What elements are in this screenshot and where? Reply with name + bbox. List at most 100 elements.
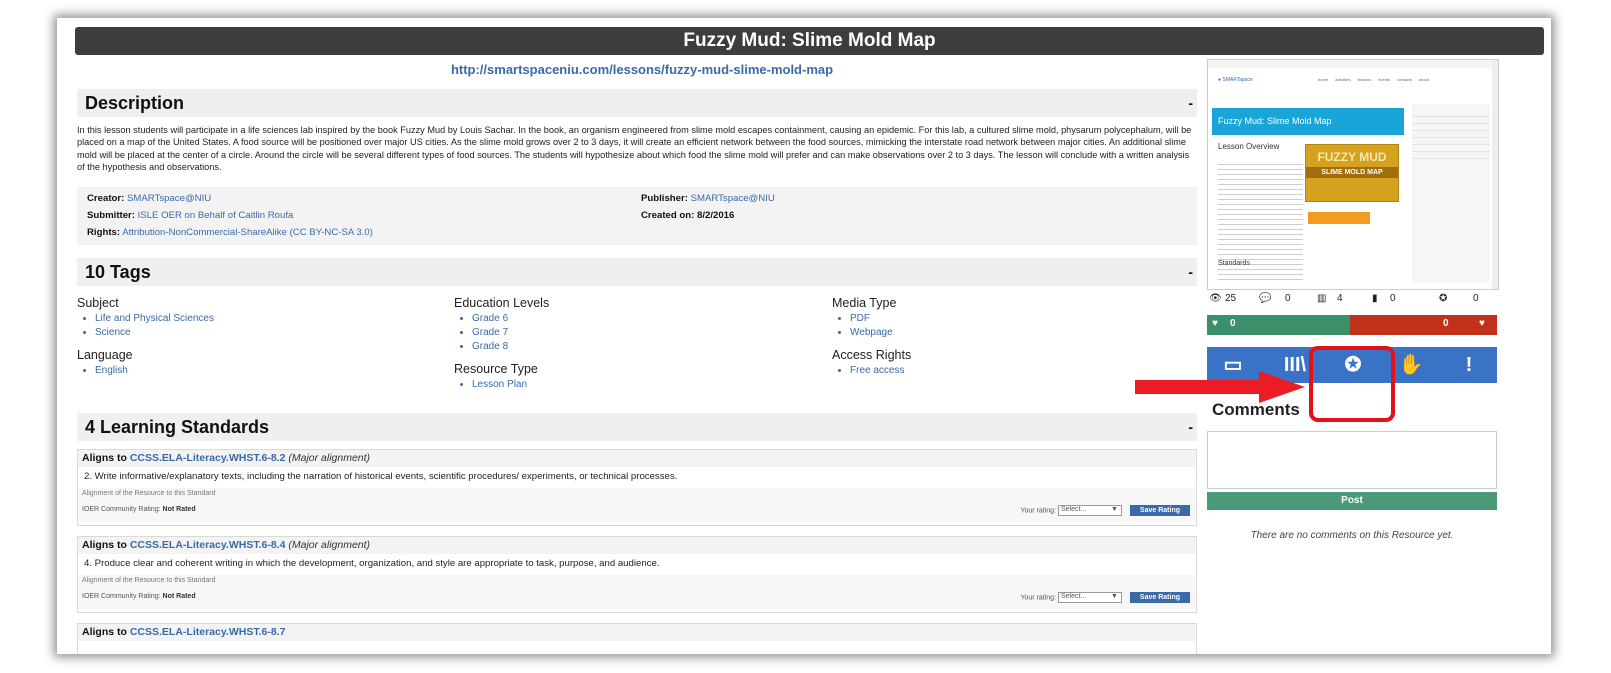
community-rating-value: Not Rated [162, 506, 196, 513]
submitter-link[interactable]: ISLE OER on Behalf of Caitlin Roufa [138, 210, 294, 221]
created-date: 8/2/2016 [696, 210, 735, 221]
standards-title: 4 Learning Standards [85, 417, 270, 437]
comment-input[interactable] [1207, 431, 1497, 489]
your-rating: Your rating: Select... ▼ Save Rating [1020, 592, 1190, 603]
preview-top-strip [1208, 60, 1498, 68]
standard-heading: Aligns to CCSS.ELA-Literacy.WHST.6-8.2 (… [78, 450, 1196, 467]
media-type-tag[interactable]: Webpage [850, 326, 911, 340]
preview-banner: Fuzzy Mud: Slime Mold Map [1212, 108, 1404, 135]
resource-preview-thumbnail[interactable]: ● SMARTspace home activities lessons eve… [1207, 59, 1499, 290]
standard-card: Aligns to CCSS.ELA-Literacy.WHST.6-8.7 [77, 623, 1197, 654]
media-type-tag[interactable]: PDF [850, 312, 911, 326]
alignment-degree: (Major alignment) [288, 452, 371, 464]
language-heading: Language [77, 348, 133, 362]
rating-select-value: Select... [1060, 506, 1087, 513]
tags-title: 10 Tags [85, 262, 151, 282]
awards-count: 0 [1473, 293, 1479, 304]
language-list: English [77, 364, 214, 378]
preview-sidebar-item [1412, 138, 1490, 145]
alignment-label: Alignment of the Resource to this Standa… [78, 575, 1196, 591]
collapse-standards-button[interactable]: - [1188, 413, 1193, 441]
save-rating-button[interactable]: Save Rating [1129, 505, 1190, 516]
like-dislike-bar: ♥ 0 0 ♥ [1207, 315, 1497, 335]
preview-sidebar [1412, 104, 1490, 282]
views-count: 25 [1225, 293, 1237, 304]
publisher-link[interactable]: SMARTspace@NIU [691, 193, 775, 204]
dislikes-count: 0 [1443, 318, 1449, 329]
aligns-label: Aligns to [82, 626, 127, 638]
highlight-box [1309, 346, 1395, 422]
save-rating-button[interactable]: Save Rating [1129, 592, 1190, 603]
your-rating-label: Your rating: [1020, 594, 1057, 602]
arrow-shaft [1135, 380, 1261, 394]
community-rating-label: IOER Community Rating: [82, 593, 161, 600]
access-rights-heading: Access Rights [832, 348, 912, 362]
media-type-heading: Media Type [832, 296, 897, 310]
downloads-count: 0 [1390, 293, 1396, 304]
dislike-bar[interactable] [1350, 315, 1497, 335]
standard-card: Aligns to CCSS.ELA-Literacy.WHST.6-8.2 (… [77, 449, 1197, 526]
subject-heading: Subject [77, 296, 119, 310]
preview-sidebar-item [1412, 145, 1490, 152]
post-comment-button[interactable]: Post [1207, 492, 1497, 510]
no-comments-message: There are no comments on this Resource y… [1250, 530, 1454, 541]
collapse-tags-button[interactable]: - [1188, 258, 1193, 286]
red-arrow-icon [1135, 371, 1305, 403]
comments-heading: Comments [1212, 400, 1300, 419]
rate-standards-icon[interactable]: ✋ [1389, 347, 1433, 383]
tags-column-1: Subject Life and Physical Sciences Scien… [77, 296, 214, 386]
submitter-label: Submitter: [87, 210, 135, 221]
preview-poster: FUZZY MUD SLIME MOLD MAP [1305, 144, 1399, 202]
subject-tag[interactable]: Life and Physical Sciences [95, 312, 214, 326]
dislike-icon[interactable]: ♥ [1479, 318, 1485, 329]
arrow-head [1259, 371, 1305, 403]
community-rating: IOER Community Rating: Not Rated Your ra… [78, 591, 1196, 609]
description-header[interactable]: Description - [77, 89, 1197, 117]
report-issue-icon[interactable]: ! [1447, 347, 1491, 383]
preview-scrollbar [1492, 60, 1498, 289]
rating-select[interactable]: Select... ▼ [1057, 592, 1122, 603]
like-icon[interactable]: ♥ [1212, 318, 1218, 329]
downloads-icon: ▮ [1372, 293, 1378, 304]
page-title: Fuzzy Mud: Slime Mold Map [75, 27, 1544, 55]
media-type-list: PDF Webpage [832, 312, 911, 340]
creator-link[interactable]: SMARTspace@NIU [127, 193, 211, 204]
your-rating: Your rating: Select... ▼ Save Rating [1020, 505, 1190, 516]
preview-sidebar-item [1412, 117, 1490, 124]
aligns-label: Aligns to [82, 452, 127, 464]
aligns-label: Aligns to [82, 539, 127, 551]
resource-type-tag[interactable]: Lesson Plan [472, 378, 549, 392]
tags-column-2: Education Levels Grade 6 Grade 7 Grade 8… [454, 296, 549, 400]
standard-text: 4. Produce clear and coherent writing in… [84, 558, 660, 569]
standard-code-link[interactable]: CCSS.ELA-Literacy.WHST.6-8.7 [130, 626, 286, 638]
like-bar[interactable] [1207, 315, 1350, 335]
poster-subtitle: SLIME MOLD MAP [1306, 167, 1398, 178]
access-rights-list: Free access [832, 364, 911, 378]
dropdown-arrow-icon: ▼ [1111, 506, 1118, 513]
preview-nav: home activities lessons events contacts … [1318, 77, 1430, 82]
resource-url-link[interactable]: http://smartspaceniu.com/lessons/fuzzy-m… [77, 62, 1207, 77]
views-icon: 👁 [1209, 293, 1222, 304]
education-level-tag[interactable]: Grade 7 [472, 326, 549, 340]
education-levels-list: Grade 6 Grade 7 Grade 8 [454, 312, 549, 354]
access-rights-tag[interactable]: Free access [850, 364, 911, 378]
rating-select[interactable]: Select... ▼ [1057, 505, 1122, 516]
standards-header[interactable]: 4 Learning Standards - [77, 413, 1197, 441]
education-level-tag[interactable]: Grade 8 [472, 340, 549, 354]
tags-header[interactable]: 10 Tags - [77, 258, 1197, 286]
subject-tag[interactable]: Science [95, 326, 214, 340]
collapse-description-button[interactable]: - [1188, 89, 1193, 117]
description-title: Description [85, 93, 185, 113]
preview-overview: Lesson Overview [1218, 142, 1280, 151]
standard-code-link[interactable]: CCSS.ELA-Literacy.WHST.6-8.2 [130, 452, 286, 464]
created-label: Created on: [641, 210, 695, 221]
language-tag[interactable]: English [95, 364, 214, 378]
standard-heading: Aligns to CCSS.ELA-Literacy.WHST.6-8.7 [78, 624, 1196, 641]
description-text: In this lesson students will participate… [77, 125, 1192, 172]
community-rating-label: IOER Community Rating: [82, 506, 161, 513]
rights-link[interactable]: Attribution-NonCommercial-ShareAlike (CC… [122, 227, 373, 238]
education-level-tag[interactable]: Grade 6 [472, 312, 549, 326]
page-frame: Fuzzy Mud: Slime Mold Map http://smartsp… [57, 18, 1551, 654]
standard-code-link[interactable]: CCSS.ELA-Literacy.WHST.6-8.4 [130, 539, 286, 551]
poster-title: FUZZY MUD [1317, 150, 1387, 164]
